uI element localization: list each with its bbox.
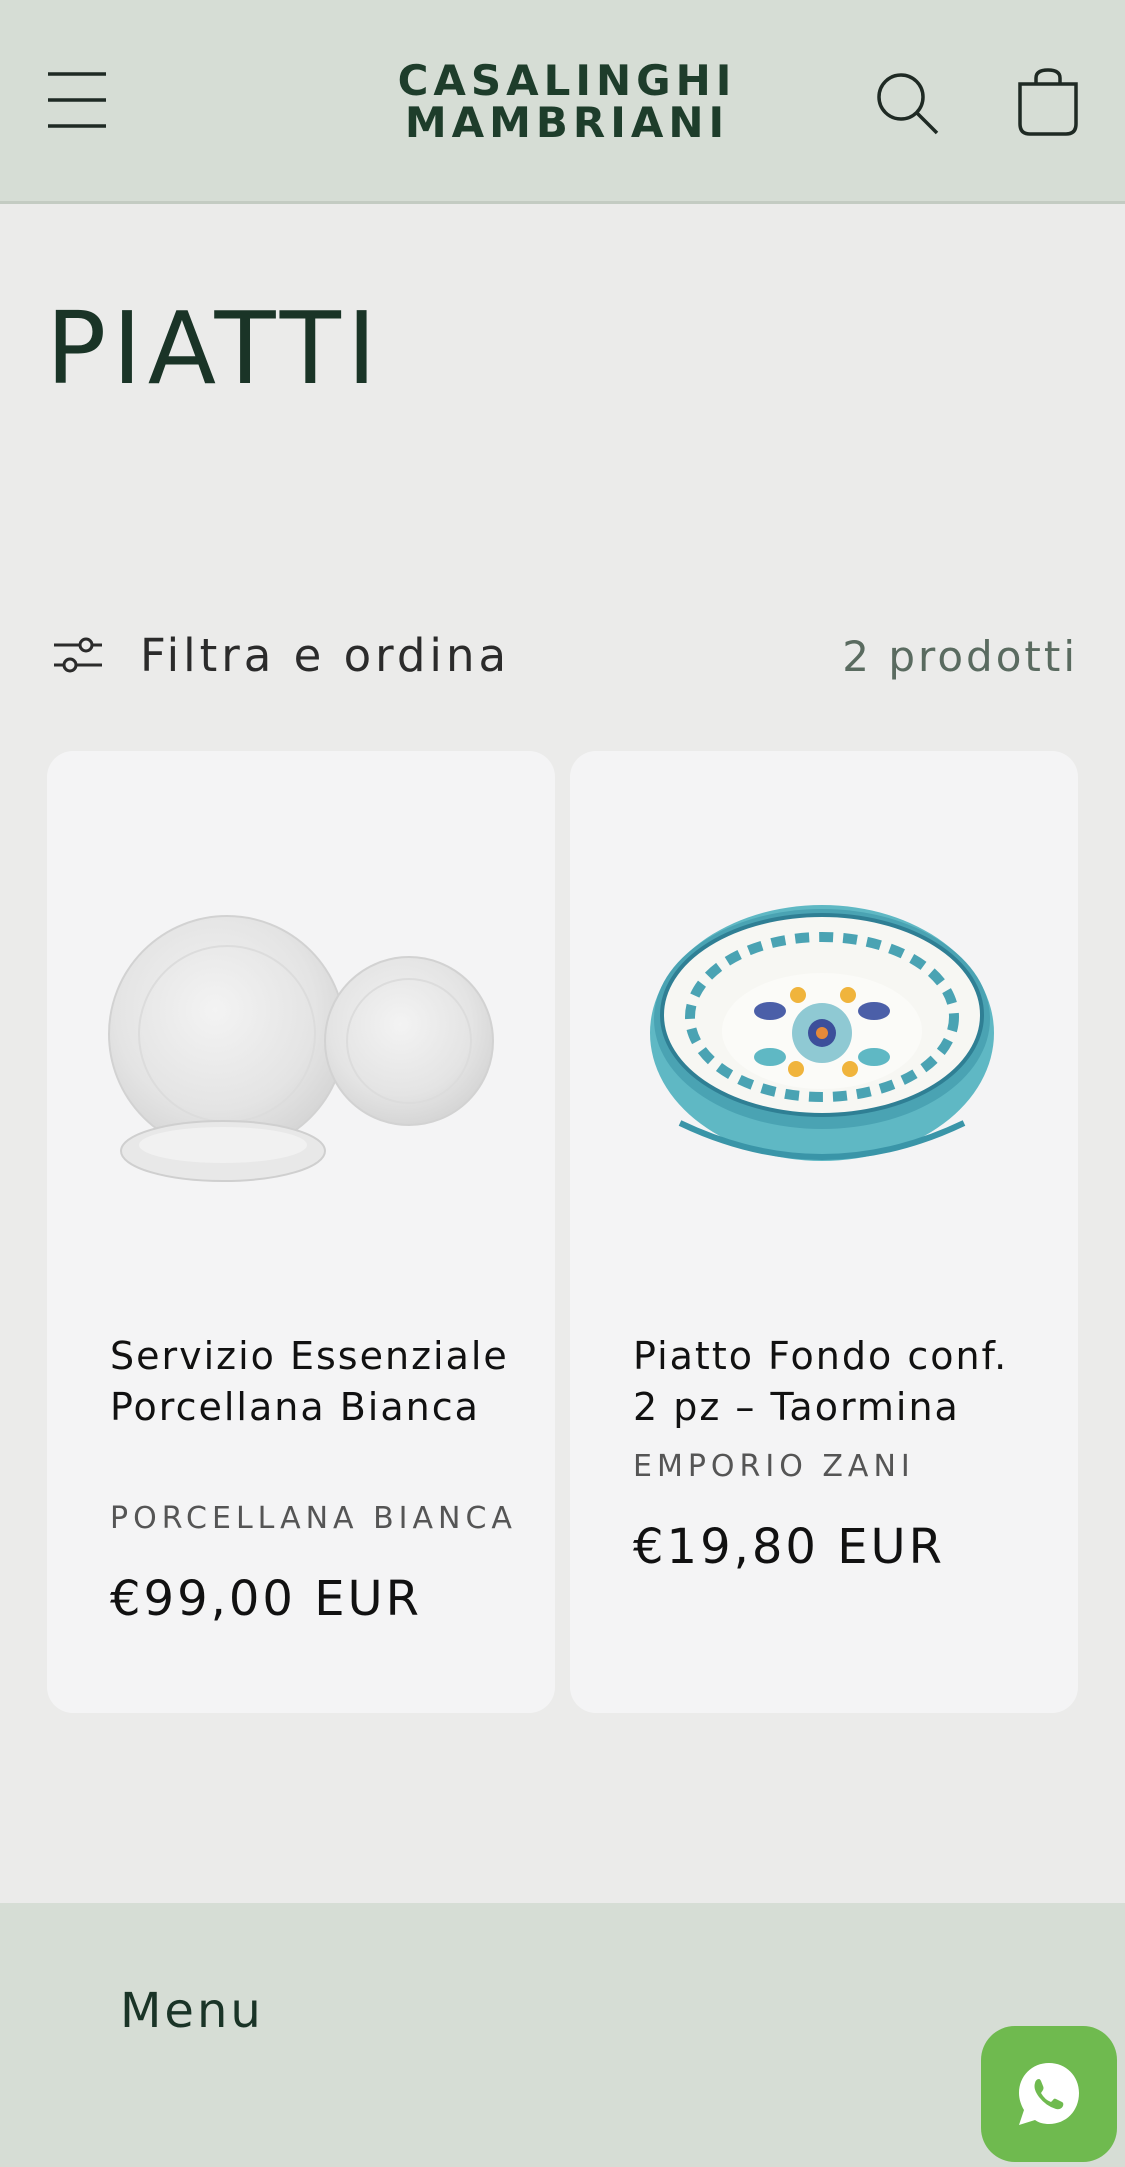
logo-line-2: MAMBRIANI: [404, 98, 730, 147]
filter-sort-button[interactable]: Filtra e ordina: [52, 620, 510, 690]
facets-bar: Filtra e ordina 2 prodotti: [46, 620, 1078, 690]
store-logo[interactable]: CASALINGHI MAMBRIANI: [374, 60, 760, 144]
hamburger-menu-icon: [48, 72, 106, 128]
product-card[interactable]: Servizio Essenziale Porcellana Bianca PO…: [47, 751, 555, 1713]
product-title[interactable]: Piatto Fondo conf. 2 pz – Taormina: [633, 1331, 1033, 1433]
product-title[interactable]: Servizio Essenziale Porcellana Bianca: [110, 1331, 510, 1433]
whatsapp-chat-button[interactable]: [981, 2026, 1117, 2162]
filter-sort-label: Filtra e ordina: [140, 628, 511, 682]
site-footer: Menu: [0, 1903, 1125, 2167]
decorated-turquoise-bowl-image: [650, 905, 994, 1161]
whatsapp-icon: [1019, 2063, 1079, 2125]
page-title: PIATTI: [46, 290, 383, 407]
cart-button[interactable]: [1016, 68, 1080, 138]
site-header: CASALINGHI MAMBRIANI: [0, 0, 1125, 204]
shopping-bag-icon: [1018, 68, 1078, 136]
footer-menu-heading[interactable]: Menu: [120, 1983, 264, 2039]
search-button[interactable]: [874, 70, 940, 136]
search-icon: [877, 73, 939, 135]
product-vendor: PORCELLANA BIANCA: [110, 1501, 517, 1536]
product-price: €99,00 EUR: [110, 1571, 423, 1627]
logo-line-1: CASALINGHI: [397, 56, 737, 105]
product-price: €19,80 EUR: [633, 1519, 946, 1575]
menu-button[interactable]: [46, 70, 108, 130]
product-count: 2 prodotti: [842, 632, 1078, 681]
white-porcelain-plates-image: [108, 915, 494, 1182]
product-card[interactable]: Piatto Fondo conf. 2 pz – Taormina EMPOR…: [570, 751, 1078, 1713]
sliders-icon: [54, 637, 102, 673]
product-vendor: EMPORIO ZANI: [633, 1449, 915, 1484]
